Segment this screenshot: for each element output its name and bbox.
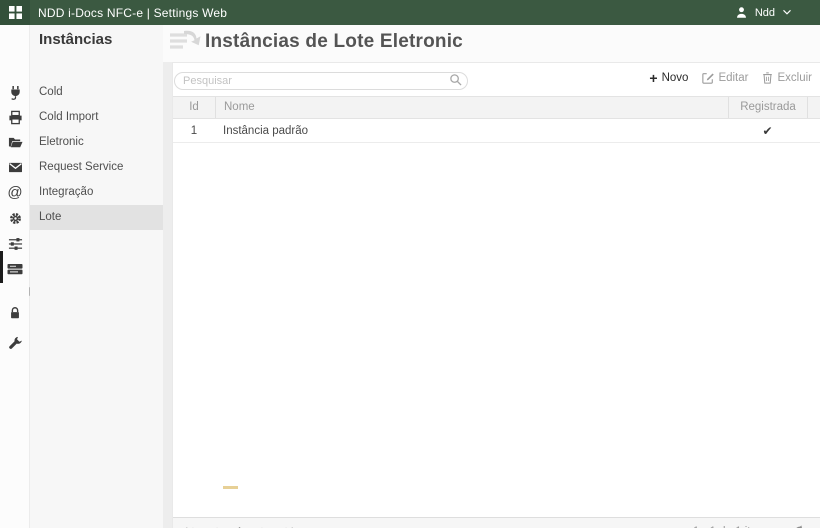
rail-item-plug[interactable] [0,80,30,104]
rail-item-at[interactable]: @ [0,180,30,204]
document-arrow-icon [168,25,202,59]
sidebar-items: Cold Cold Import Eletronic Request Servi… [30,80,163,230]
pager-controls: 1 [177,518,302,528]
cell-nome: Instância padrão [215,120,728,142]
column-header-id[interactable]: Id [173,97,215,118]
printer-icon [8,110,23,125]
rail-item-sliders[interactable] [0,231,30,255]
rail-item-lock[interactable] [0,301,30,325]
app-launcher-button[interactable] [0,0,30,25]
content-panel: + Novo Editar Excluir [172,62,820,528]
sidebar-title: Instâncias [39,31,112,48]
next-page-button[interactable] [252,518,277,528]
excluir-label: Excluir [777,72,812,84]
prev-page-button[interactable] [202,518,227,528]
excluir-button[interactable]: Excluir [762,72,812,84]
folder-icon [8,135,23,150]
grid-toolbar: + Novo Editar Excluir [649,72,812,84]
rail-item-instances[interactable] [0,257,30,281]
cell-registrada: ✔ [728,120,807,142]
list-icon [7,261,23,277]
novo-label: Novo [662,72,689,84]
lock-icon [8,306,22,320]
column-header-registrada[interactable]: Registrada [728,97,807,118]
rail-item-wrench[interactable] [0,331,30,355]
user-name: Ndd [755,7,775,19]
sidebar-item-lote[interactable]: Lote [30,205,163,230]
page-title: Instâncias de Lote Eletronic [205,31,463,53]
refresh-button[interactable] [793,525,807,528]
refresh-icon [793,525,807,528]
sliders-icon [8,236,23,251]
column-header-spacer [807,97,820,118]
user-icon [735,6,748,19]
cell-id: 1 [173,120,215,142]
check-icon: ✔ [762,124,772,138]
trash-icon [762,72,773,84]
sidebar-item-eletronic[interactable]: Eletronic [30,130,163,155]
sidebar: Instâncias Cold Cold Import Eletronic Re… [30,25,163,528]
pager: 1 1 - 1 de 1 itens [173,517,820,528]
app-title: NDD i-Docs NFC-e | Settings Web [38,6,227,20]
pager-accent-tab [223,486,238,489]
sidebar-item-cold[interactable]: Cold [30,80,163,105]
table-row[interactable]: 1 Instância padrão ✔ [173,120,820,143]
search-input[interactable] [174,72,468,90]
search-wrap [174,71,468,89]
wrench-icon [8,336,23,351]
rail-item-printer[interactable] [0,105,30,129]
first-page-button[interactable] [177,518,202,528]
editar-button[interactable]: Editar [702,72,748,84]
pager-status: 1 - 1 de 1 itens [693,525,807,528]
rail-item-mail[interactable] [0,155,30,179]
user-menu[interactable]: Ndd [735,0,792,25]
sidebar-item-request-service[interactable]: Request Service [30,155,163,180]
rail-item-gear[interactable] [0,206,30,230]
at-icon: @ [7,184,22,201]
icon-rail: @ [0,25,30,528]
mail-icon [8,161,23,174]
sidebar-item-cold-import[interactable]: Cold Import [30,105,163,130]
plus-icon: + [649,73,657,83]
plug-icon [8,85,23,100]
main-area: Instâncias de Lote Eletronic + Novo [163,25,820,528]
search-icon [449,73,462,86]
rail-item-folder[interactable] [0,130,30,154]
gear-icon [8,211,23,226]
app-window: NDD i-Docs NFC-e | Settings Web Ndd [0,0,820,528]
current-page[interactable]: 1 [227,525,252,528]
waffle-icon [9,6,22,19]
page-header: Instâncias de Lote Eletronic [163,25,820,62]
last-page-button[interactable] [277,518,302,528]
edit-icon [702,72,714,84]
editar-label: Editar [718,72,748,84]
sidebar-item-integracao[interactable]: Integração [30,180,163,205]
column-header-nome[interactable]: Nome [215,97,728,118]
topbar: NDD i-Docs NFC-e | Settings Web Ndd [0,0,820,25]
chevron-down-icon [782,9,792,16]
gutter [163,62,172,528]
novo-button[interactable]: + Novo [649,72,688,84]
table-header: Id Nome Registrada [173,96,820,119]
